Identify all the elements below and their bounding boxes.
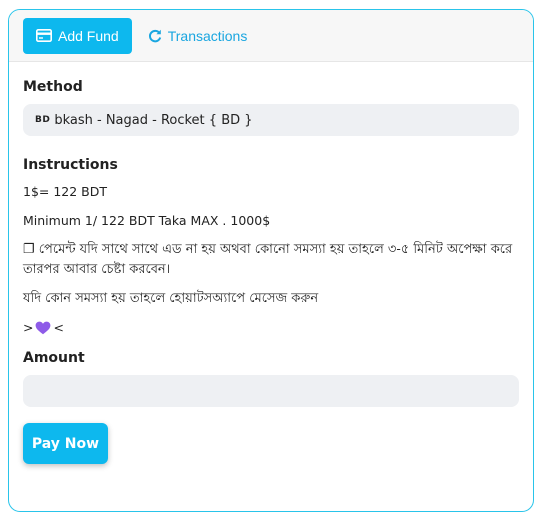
instruction-minimum: Minimum 1/ 122 BDT Taka MAX . 1000$ [23,213,271,228]
instructions-label: Instructions [23,157,118,173]
card-body: Method BD bkash - Nagad - Rocket { BD } … [9,62,533,464]
instruction-rate: 1$= 122 BDT [23,184,108,199]
instruction-retry-note: ❐ পেমেন্ট যদি সাথে সাথে এড না হয় অথবা ক… [23,242,513,277]
add-fund-label: Add Fund [58,27,119,44]
transactions-tab[interactable]: Transactions [140,18,256,54]
instructions-text: 1$= 122 BDT Minimum 1/ 122 BDT Taka MAX … [23,182,519,338]
credit-card-icon [36,29,52,42]
instruction-whatsapp-note: যদি কোন সমস্যা হয় তাহলে হোয়াটসঅ্যাপে ম… [23,291,319,306]
pay-now-button[interactable]: Pay Now [23,423,108,464]
transactions-label: Transactions [167,27,248,44]
purple-heart-icon [35,321,51,335]
heart-line: > < [23,318,519,338]
method-select[interactable]: BD bkash - Nagad - Rocket { BD } [23,104,519,136]
heart-prefix: > [23,320,34,335]
method-label: Method [23,79,83,95]
amount-input[interactable] [23,375,519,407]
bd-flag-text: BD [35,115,51,125]
refresh-icon [148,29,162,43]
amount-label: Amount [23,350,85,366]
add-fund-card: Add Fund Transactions Method BD bkash - … [8,9,534,512]
card-header: Add Fund Transactions [9,10,533,62]
add-fund-tab[interactable]: Add Fund [23,17,132,54]
method-value: bkash - Nagad - Rocket { BD } [54,112,253,128]
heart-suffix: < [53,320,64,335]
